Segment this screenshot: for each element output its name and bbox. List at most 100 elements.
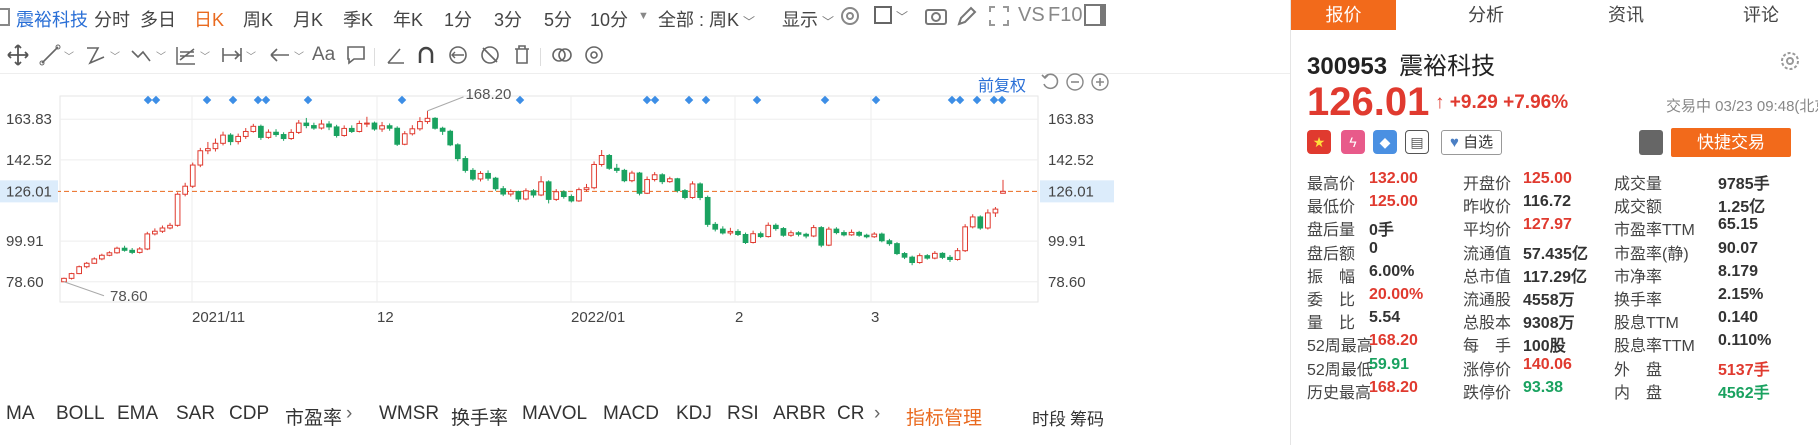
adjust-mode-button[interactable]: 前复权 [978, 72, 1026, 96]
display-select-label: 显示 [782, 10, 818, 30]
indicator-cr[interactable]: CR [837, 403, 864, 425]
crosshair-move-tool[interactable] [6, 42, 30, 68]
wave-tool[interactable]: ﹀ [130, 42, 166, 68]
stat-label: 股息率TTM [1614, 338, 1695, 356]
stock-header: 300953 震裕科技 [1307, 46, 1495, 81]
quick-trade-button[interactable]: 快捷交易 [1671, 128, 1791, 157]
chevron-right-icon[interactable]: › [874, 403, 880, 425]
all-period-select[interactable]: 全部 : 周K ﹀ [658, 6, 755, 32]
f10-button[interactable]: F10 [1048, 4, 1082, 27]
line-tool[interactable]: ﹀ [38, 42, 74, 68]
tab-quote[interactable]: 报价 [1291, 0, 1396, 30]
session-button[interactable]: 时段 [1032, 405, 1066, 430]
chart-settings-tool[interactable] [582, 42, 606, 68]
chip-distribution-button[interactable]: 筹码 [1070, 405, 1104, 430]
zoom-in-icon[interactable] [1090, 72, 1110, 92]
fullscreen-icon[interactable] [988, 5, 1010, 27]
chevron-down-icon[interactable]: ﹀ [896, 8, 908, 25]
sync-drawing-tool[interactable] [446, 42, 470, 68]
indicator-rsi[interactable]: RSI [727, 403, 759, 425]
x-label: 12 [377, 309, 394, 326]
bell-icon[interactable] [1639, 130, 1663, 155]
indicator-wmsr[interactable]: WMSR [379, 403, 439, 425]
indicator-macd[interactable]: MACD [603, 403, 659, 425]
delete-drawings-tool[interactable] [510, 42, 534, 68]
tab-intraday[interactable]: 分时 [94, 6, 130, 32]
event-marker-icon [972, 95, 982, 105]
candle-up [848, 231, 855, 236]
tab-5min[interactable]: 5分 [544, 6, 572, 32]
candle-up [507, 191, 514, 195]
candle-down [371, 122, 378, 130]
magnet-tool[interactable] [414, 42, 438, 68]
tab-10min-dropdown-icon[interactable]: ▼ [638, 10, 649, 22]
indicator-sar[interactable]: SAR [176, 403, 215, 425]
tab-multi-day[interactable]: 多日 [140, 6, 176, 32]
text-tool[interactable]: Aa [312, 42, 335, 68]
indicator-manage-button[interactable]: 指标管理 [906, 403, 982, 430]
display-select[interactable]: 显示 ﹀ [782, 6, 834, 32]
channel-tool[interactable]: ﹀ [84, 42, 120, 68]
candle-down [121, 247, 128, 251]
indicator-cdp[interactable]: CDP [229, 403, 269, 425]
event-markers [143, 95, 1007, 105]
report-icon[interactable]: ▤ [1405, 130, 1429, 154]
indicator-turnover[interactable]: 换手率 [451, 403, 508, 430]
candle-up [189, 164, 196, 187]
kline-chart[interactable]: 168.20 78.60 163.83 163.83 142.52 142.52 126.0… [0, 80, 1290, 390]
stats-row: 委 比 20.00% 流通股 4558万 换手率 2.15% [1307, 286, 1817, 310]
settings-gear-icon[interactable] [838, 4, 862, 28]
zoom-out-icon[interactable] [1065, 72, 1085, 92]
tab-news[interactable]: 资讯 [1581, 0, 1671, 30]
tab-3min[interactable]: 3分 [494, 6, 522, 32]
angle-tool[interactable] [384, 42, 408, 68]
add-watchlist-button[interactable]: ♥ 自选 [1441, 130, 1503, 155]
measure-tool[interactable]: ﹀ [220, 42, 256, 68]
candle-up [99, 254, 105, 260]
tab-yearly-k[interactable]: 年K [393, 6, 423, 32]
reset-icon[interactable] [1040, 72, 1060, 92]
indicator-boll[interactable]: BOLL [56, 403, 105, 425]
stat-label: 涨停价 [1463, 361, 1512, 379]
hide-drawings-tool[interactable] [478, 42, 502, 68]
y-label-right: 99.91 [1048, 233, 1086, 250]
vs-compare-button[interactable]: VS [1018, 4, 1045, 27]
candle-up [379, 125, 385, 130]
sidebar-toggle-icon[interactable] [1084, 4, 1106, 26]
tab-monthly-k[interactable]: 月K [293, 6, 323, 32]
candle-up [992, 208, 999, 214]
indicator-arbr[interactable]: ARBR [773, 403, 826, 425]
tab-10min[interactable]: 10分 [590, 6, 628, 32]
indicator-pe[interactable]: 市盈率 [285, 403, 342, 430]
candle-up [553, 191, 560, 200]
gear-icon[interactable] [1779, 50, 1801, 72]
tab-analysis[interactable]: 分析 [1441, 0, 1531, 30]
tag-icon[interactable]: ◆ [1373, 130, 1397, 154]
candle-up [985, 212, 991, 229]
pen-icon[interactable] [956, 5, 978, 27]
stock-name-tab[interactable]: 震裕科技 [16, 6, 88, 32]
stats-row: 最高价 132.00 开盘价 125.00 成交量 9785手 [1307, 170, 1817, 194]
tab-1min[interactable]: 1分 [444, 6, 472, 32]
chevron-right-icon[interactable]: › [346, 403, 352, 425]
panel-toggle-icon[interactable] [0, 8, 10, 26]
tab-daily-k[interactable]: 日K [194, 6, 224, 32]
arrow-tool[interactable]: ﹀ [268, 42, 304, 68]
chart-panel: 震裕科技 分时 多日 日K 周K 月K 季K 年K 1分 3分 5分 10分 ▼… [0, 0, 1290, 445]
lightning-icon[interactable]: ϟ [1341, 130, 1365, 154]
compare-tool[interactable] [550, 42, 574, 68]
camera-icon[interactable] [924, 5, 948, 27]
tab-comments[interactable]: 评论 [1711, 0, 1811, 30]
candle-up [598, 155, 605, 165]
comment-tool[interactable] [344, 42, 368, 68]
indicator-ma[interactable]: MA [6, 403, 35, 425]
candle-up [182, 185, 189, 195]
indicator-kdj[interactable]: KDJ [676, 403, 712, 425]
indicator-ema[interactable]: EMA [117, 403, 158, 425]
checkbox-style-icon[interactable] [874, 6, 892, 24]
tab-weekly-k[interactable]: 周K [243, 6, 273, 32]
event-marker-icon [515, 95, 525, 105]
fibonacci-tool[interactable]: ﹀ [174, 42, 210, 68]
tab-quarterly-k[interactable]: 季K [343, 6, 373, 32]
indicator-mavol[interactable]: MAVOL [522, 403, 587, 425]
